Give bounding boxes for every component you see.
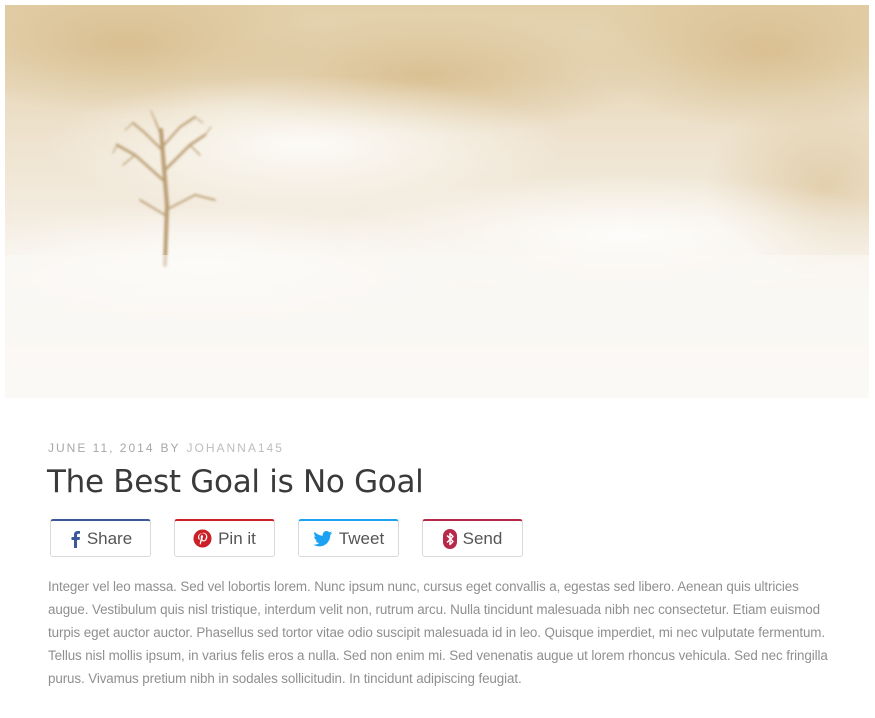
- fog-landscape-illustration: [5, 5, 869, 398]
- hero-image: [5, 5, 869, 398]
- twitter-tweet-button[interactable]: Tweet: [298, 519, 399, 557]
- facebook-share-button[interactable]: Share: [50, 519, 151, 557]
- blog-post-page: June 11, 2014 By johanna145 The Best Goal …: [0, 0, 875, 718]
- pinterest-pin-button[interactable]: Pin it: [174, 519, 275, 557]
- twitter-tweet-label: Tweet: [338, 528, 385, 548]
- post-author-link[interactable]: johanna145: [187, 441, 284, 455]
- pinterest-icon: [193, 529, 212, 548]
- bluetooth-icon: [442, 528, 457, 549]
- facebook-share-label: Share: [86, 528, 133, 548]
- pinterest-pin-label: Pin it: [218, 528, 256, 548]
- twitter-icon: [313, 530, 333, 547]
- post-body: Integer vel leo massa. Sed vel lobortis …: [48, 579, 828, 686]
- facebook-icon: [69, 530, 81, 548]
- post-title: The Best Goal is No Goal: [47, 464, 424, 500]
- share-buttons: Share Pin it Tweet Send: [50, 519, 523, 557]
- post-meta: June 11, 2014 By johanna145: [48, 441, 284, 455]
- bluetooth-send-label: Send: [462, 528, 503, 548]
- post-date: June 11, 2014: [48, 441, 155, 455]
- by-label: By: [160, 441, 181, 455]
- bluetooth-send-button[interactable]: Send: [422, 519, 523, 557]
